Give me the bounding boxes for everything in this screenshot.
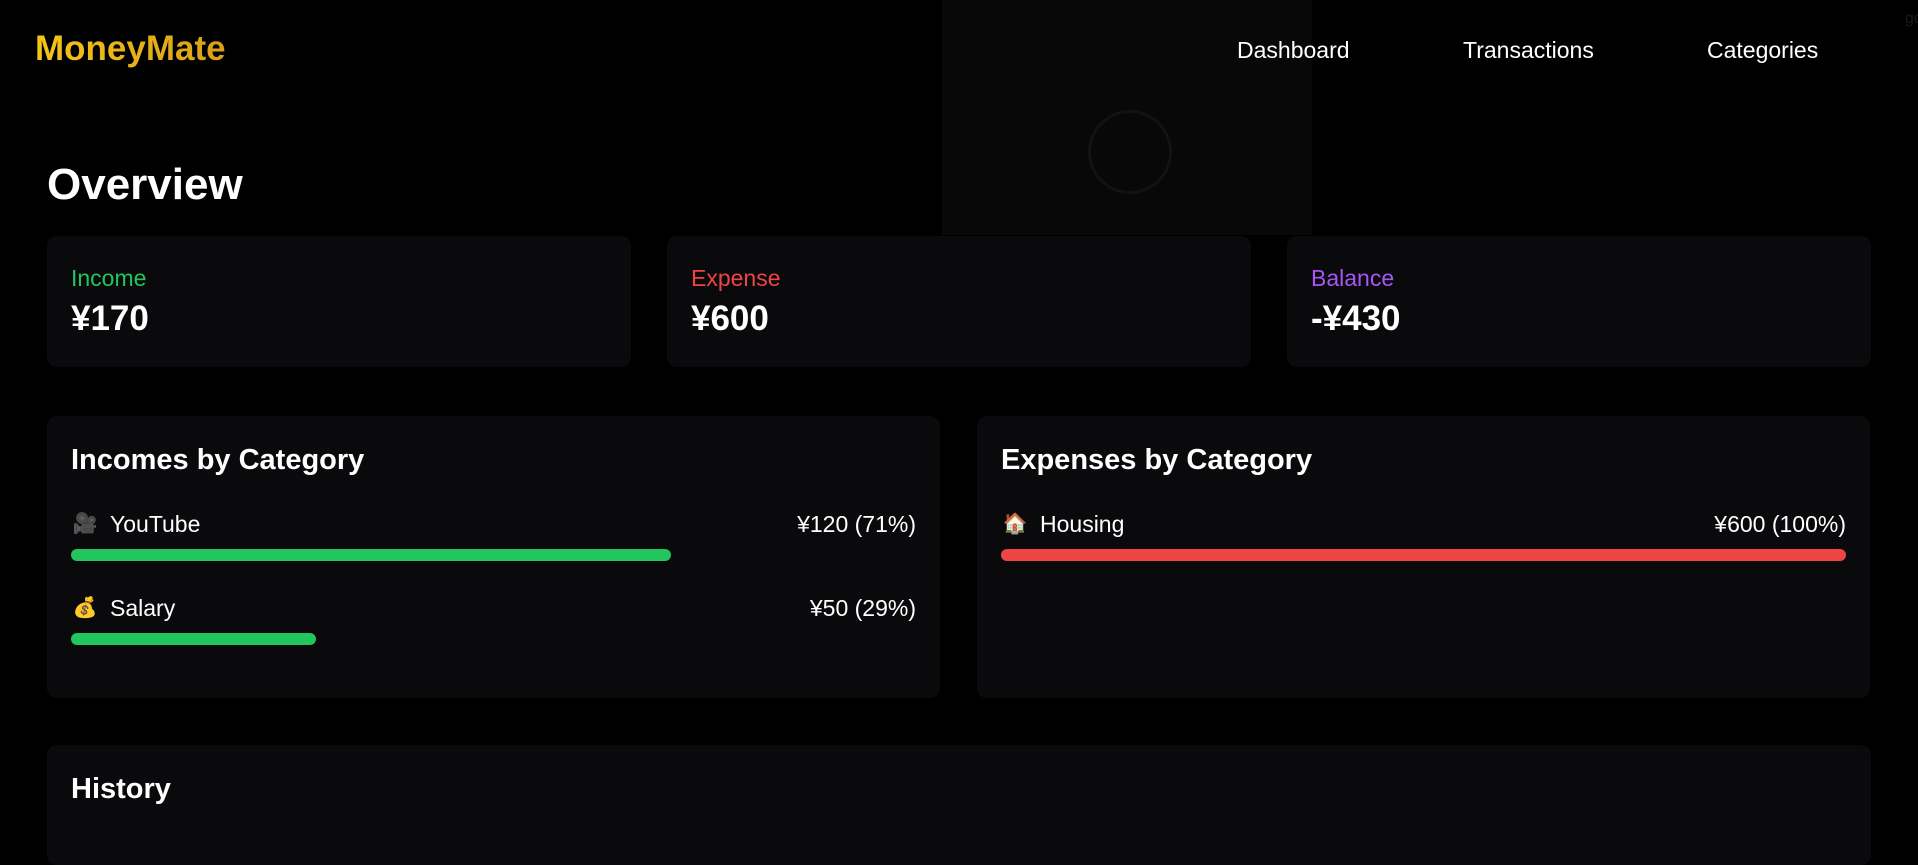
expenses-by-category-card: Expenses by Category 🏠 Housing ¥600 (100… bbox=[977, 416, 1870, 698]
expense-label: Expense bbox=[691, 265, 781, 291]
category-name: Housing bbox=[1040, 511, 1125, 537]
expense-value: ¥600 bbox=[691, 299, 769, 338]
category-name: Salary bbox=[110, 595, 176, 621]
money-bag-icon: 💰 bbox=[72, 597, 98, 619]
income-category-row: 💰 Salary ¥50 (29%) bbox=[71, 594, 916, 654]
category-amount: ¥50 (29%) bbox=[809, 595, 916, 621]
category-amount: ¥600 (100%) bbox=[1714, 511, 1846, 537]
balance-value: -¥430 bbox=[1311, 299, 1401, 338]
nav-dashboard[interactable]: Dashboard bbox=[1237, 36, 1350, 64]
expenses-card-title: Expenses by Category bbox=[1001, 444, 1313, 476]
balance-stat-card: Balance -¥430 bbox=[1287, 236, 1871, 367]
income-label: Income bbox=[71, 265, 147, 291]
progress-fill bbox=[71, 633, 317, 645]
income-value: ¥170 bbox=[71, 299, 149, 338]
income-category-row: 🎥 YouTube ¥120 (71%) bbox=[71, 510, 916, 570]
nav-transactions[interactable]: Transactions bbox=[1463, 36, 1594, 64]
income-stat-card: Income ¥170 bbox=[47, 236, 631, 367]
house-icon: 🏠 bbox=[1002, 513, 1028, 535]
category-progress-bar bbox=[71, 549, 916, 561]
category-amount: ¥120 (71%) bbox=[797, 511, 916, 537]
category-progress-bar bbox=[71, 633, 916, 645]
history-title: History bbox=[71, 773, 171, 805]
balance-label: Balance bbox=[1311, 265, 1395, 291]
nav-categories[interactable]: Categories bbox=[1707, 36, 1818, 64]
progress-fill bbox=[71, 549, 671, 561]
incomes-by-category-card: Incomes by Category 🎥 YouTube ¥120 (71%)… bbox=[47, 416, 940, 698]
faint-url-text: google.com bbox=[1905, 10, 1918, 27]
expense-stat-card: Expense ¥600 bbox=[667, 236, 1251, 367]
brand-logo[interactable]: MoneyMate bbox=[35, 28, 226, 70]
category-name: YouTube bbox=[110, 511, 201, 537]
progress-fill bbox=[1001, 549, 1846, 561]
faint-loading-icon bbox=[1088, 110, 1172, 194]
expense-category-row: 🏠 Housing ¥600 (100%) bbox=[1001, 510, 1846, 570]
top-nav-bar: google.com MoneyMate Dashboard Transacti… bbox=[0, 0, 1918, 235]
category-progress-bar bbox=[1001, 549, 1846, 561]
incomes-card-title: Incomes by Category bbox=[71, 444, 365, 476]
page-title: Overview bbox=[47, 160, 243, 209]
video-camera-icon: 🎥 bbox=[72, 513, 98, 535]
history-card: History bbox=[47, 745, 1871, 865]
